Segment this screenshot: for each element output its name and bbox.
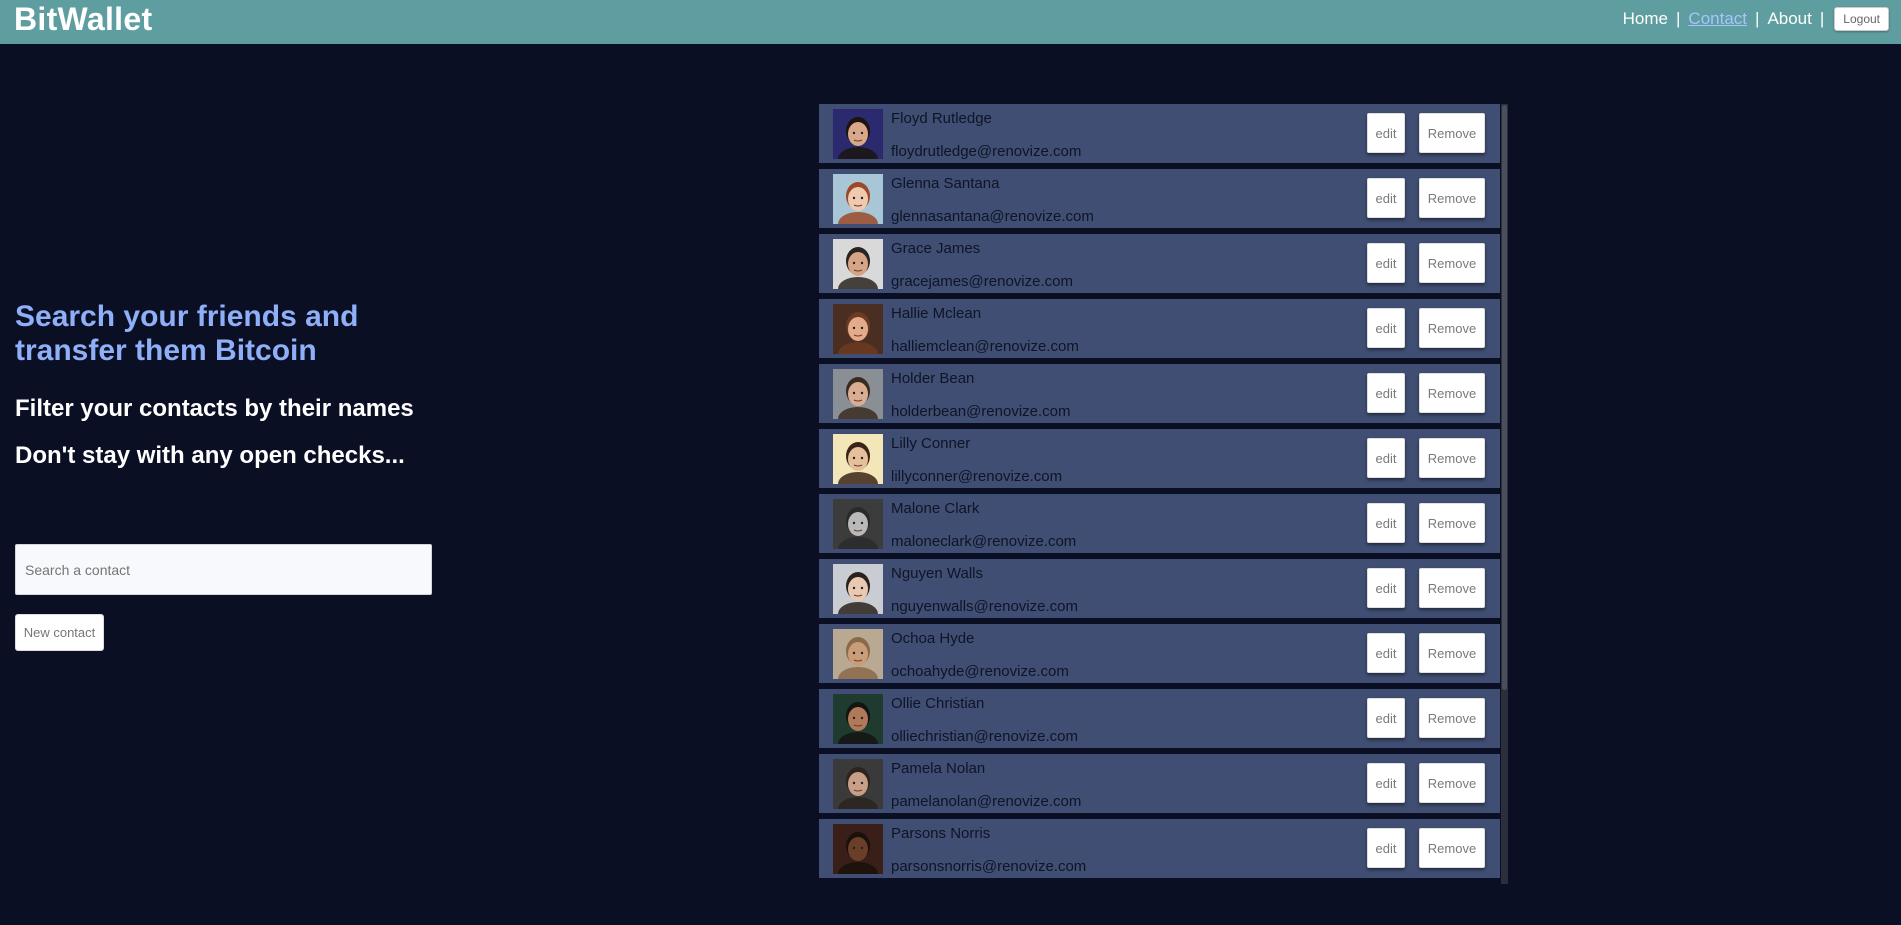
- contact-email: gracejames@renovize.com: [891, 273, 1073, 290]
- nav-link-home[interactable]: Home: [1623, 9, 1668, 29]
- edit-contact-button[interactable]: edit: [1367, 568, 1405, 608]
- contact-row[interactable]: Nguyen Walls nguyenwalls@renovize.com edit…: [819, 559, 1500, 618]
- contact-row[interactable]: Floyd Rutledge floydrutledge@renovize.com…: [819, 104, 1500, 163]
- logout-button[interactable]: Logout: [1834, 7, 1889, 31]
- remove-contact-button[interactable]: Remove: [1419, 633, 1485, 673]
- new-contact-button[interactable]: New contact: [15, 614, 104, 651]
- nav-separator: |: [1676, 9, 1681, 28]
- avatar: [833, 694, 883, 744]
- contact-name: Ochoa Hyde: [891, 630, 975, 647]
- contact-email: halliemclean@renovize.com: [891, 338, 1079, 355]
- contact-email: lillyconner@renovize.com: [891, 468, 1063, 485]
- contact-name: Malone Clark: [891, 500, 980, 517]
- contact-email: nguyenwalls@renovize.com: [891, 598, 1078, 615]
- edit-contact-button[interactable]: edit: [1367, 373, 1405, 413]
- avatar: [833, 174, 883, 224]
- contact-row[interactable]: Parsons Norris parsonsnorris@renovize.com…: [819, 819, 1500, 878]
- contact-row[interactable]: Malone Clark maloneclark@renovize.com edit…: [819, 494, 1500, 553]
- contact-list: Floyd Rutledge floydrutledge@renovize.com…: [819, 104, 1500, 884]
- contact-name: Hallie Mclean: [891, 305, 982, 322]
- contact-name: Parsons Norris: [891, 825, 991, 842]
- contact-name: Glenna Santana: [891, 175, 1000, 192]
- contact-email: olliechristian@renovize.com: [891, 728, 1078, 745]
- remove-contact-button[interactable]: Remove: [1419, 308, 1485, 348]
- remove-contact-button[interactable]: Remove: [1419, 763, 1485, 803]
- edit-contact-button[interactable]: edit: [1367, 633, 1405, 673]
- edit-contact-button[interactable]: edit: [1367, 503, 1405, 543]
- contact-name: Pamela Nolan: [891, 760, 986, 777]
- avatar: [833, 564, 883, 614]
- contact-row[interactable]: Holder Bean holderbean@renovize.com edit Re…: [819, 364, 1500, 423]
- contact-name: Lilly Conner: [891, 435, 971, 452]
- contact-row[interactable]: Ochoa Hyde ochoahyde@renovize.com edit Remo…: [819, 624, 1500, 683]
- avatar: [833, 824, 883, 874]
- remove-contact-button[interactable]: Remove: [1419, 243, 1485, 283]
- contact-row[interactable]: Pamela Nolan pamelanolan@renovize.com edit…: [819, 754, 1500, 813]
- remove-contact-button[interactable]: Remove: [1419, 698, 1485, 738]
- avatar: [833, 109, 883, 159]
- edit-contact-button[interactable]: edit: [1367, 438, 1405, 478]
- nav-separator: |: [1755, 9, 1760, 28]
- nav-separator: |: [1819, 9, 1825, 28]
- remove-contact-button[interactable]: Remove: [1419, 828, 1485, 868]
- contact-row[interactable]: Ollie Christian olliechristian@renovize.c…: [819, 689, 1500, 748]
- nav-link-about[interactable]: About: [1767, 9, 1811, 29]
- remove-contact-button[interactable]: Remove: [1419, 438, 1485, 478]
- avatar: [833, 759, 883, 809]
- contact-name: Holder Bean: [891, 370, 975, 387]
- contact-row[interactable]: Hallie Mclean halliemclean@renovize.com ed…: [819, 299, 1500, 358]
- avatar: [833, 499, 883, 549]
- edit-contact-button[interactable]: edit: [1367, 308, 1405, 348]
- contact-email: floydrutledge@renovize.com: [891, 143, 1082, 160]
- contact-row[interactable]: Grace James gracejames@renovize.com edit Re…: [819, 234, 1500, 293]
- contact-email: glennasantana@renovize.com: [891, 208, 1094, 225]
- hero-subtitle-checks: Don't stay with any open checks...: [15, 442, 405, 469]
- edit-contact-button[interactable]: edit: [1367, 178, 1405, 218]
- top-navbar: BitWallet Home | Contact | About | Logou…: [0, 0, 1901, 44]
- search-contact-input[interactable]: [15, 544, 432, 595]
- edit-contact-button[interactable]: edit: [1367, 698, 1405, 738]
- edit-contact-button[interactable]: edit: [1367, 113, 1405, 153]
- hero-subtitle-filter: Filter your contacts by their names: [15, 395, 414, 422]
- brand-logo[interactable]: BitWallet: [14, 1, 152, 38]
- remove-contact-button[interactable]: Remove: [1419, 503, 1485, 543]
- edit-contact-button[interactable]: edit: [1367, 243, 1405, 283]
- nav-link-contact[interactable]: Contact: [1688, 9, 1747, 29]
- scrollbar-thumb[interactable]: [1502, 105, 1507, 690]
- avatar: [833, 304, 883, 354]
- hero-title: Search your friends and transfer them Bi…: [15, 300, 359, 367]
- avatar: [833, 239, 883, 289]
- contact-name: Floyd Rutledge: [891, 110, 992, 127]
- remove-contact-button[interactable]: Remove: [1419, 568, 1485, 608]
- contact-name: Grace James: [891, 240, 981, 257]
- avatar: [833, 369, 883, 419]
- remove-contact-button[interactable]: Remove: [1419, 178, 1485, 218]
- contact-email: holderbean@renovize.com: [891, 403, 1071, 420]
- edit-contact-button[interactable]: edit: [1367, 763, 1405, 803]
- contact-email: ochoahyde@renovize.com: [891, 663, 1069, 680]
- edit-contact-button[interactable]: edit: [1367, 828, 1405, 868]
- avatar: [833, 434, 883, 484]
- hero-section: Search your friends and transfer them Bi…: [15, 300, 435, 470]
- contact-email: parsonsnorris@renovize.com: [891, 858, 1087, 875]
- avatar: [833, 629, 883, 679]
- contact-name: Ollie Christian: [891, 695, 985, 712]
- contact-email: maloneclark@renovize.com: [891, 533, 1077, 550]
- remove-contact-button[interactable]: Remove: [1419, 113, 1485, 153]
- contact-row[interactable]: Glenna Santana glennasantana@renovize.com…: [819, 169, 1500, 228]
- contact-row[interactable]: Lilly Conner lillyconner@renovize.com edit…: [819, 429, 1500, 488]
- remove-contact-button[interactable]: Remove: [1419, 373, 1485, 413]
- contact-name: Nguyen Walls: [891, 565, 983, 582]
- nav-links: Home | Contact | About | Logout: [1623, 7, 1889, 31]
- contact-email: pamelanolan@renovize.com: [891, 793, 1082, 810]
